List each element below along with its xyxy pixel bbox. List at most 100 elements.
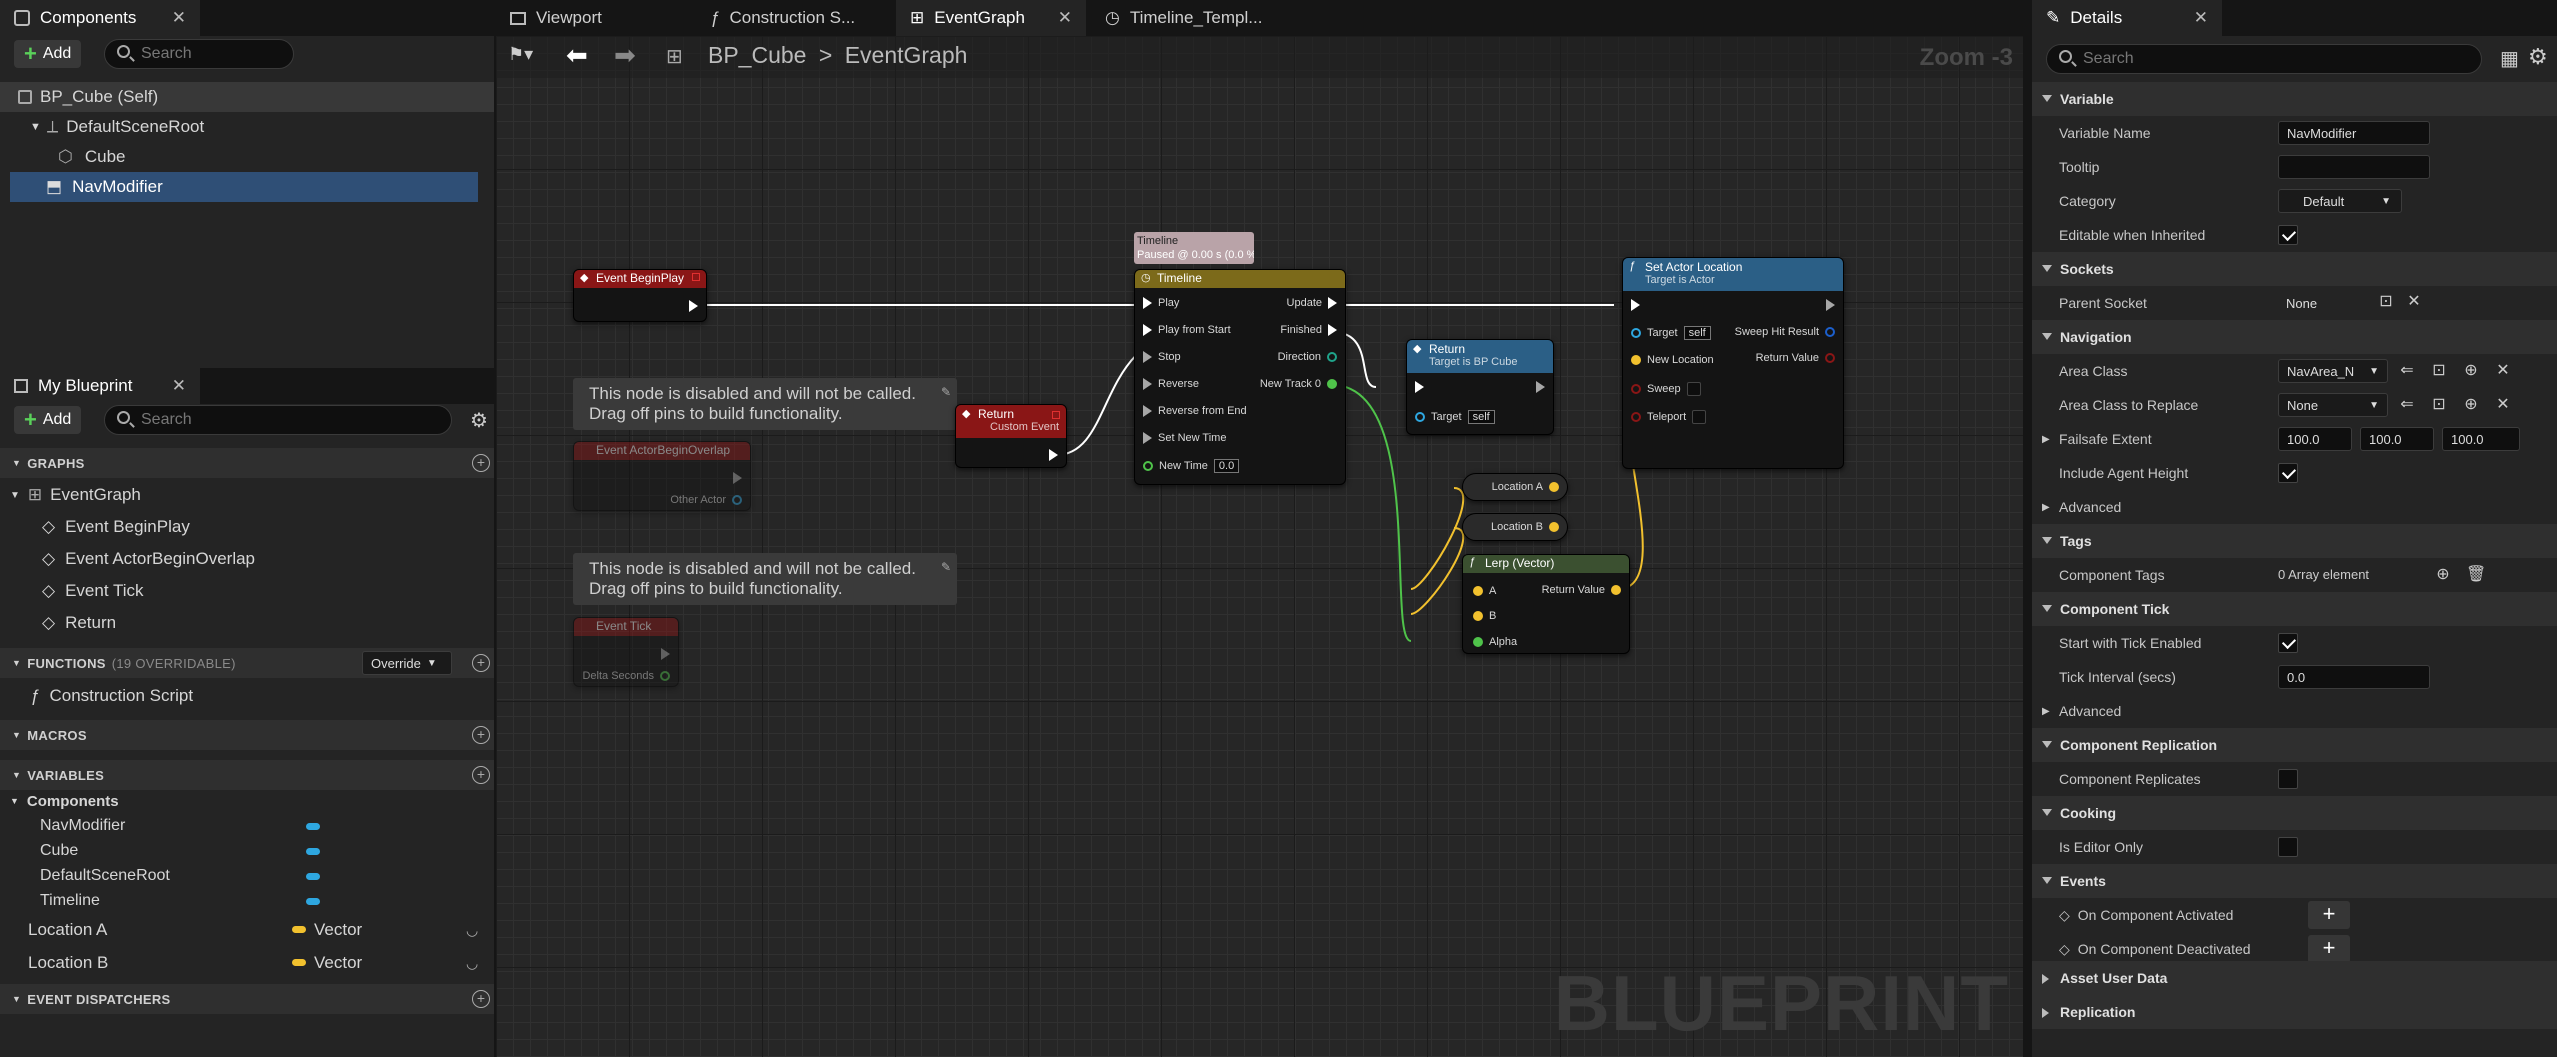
graph-item-overlap[interactable]: ◇ Event ActorBeginOverlap — [0, 544, 494, 574]
add-on-activated-button[interactable]: + — [2308, 901, 2350, 929]
category-dropdown[interactable]: Default ▼ — [2278, 189, 2402, 213]
my-blueprint-tab[interactable]: My Blueprint ✕ — [0, 368, 200, 404]
close-icon[interactable]: ✕ — [1058, 8, 1072, 28]
add-macro-icon[interactable]: + — [472, 726, 490, 744]
graph-item-beginplay[interactable]: ◇ Event BeginPlay — [0, 512, 494, 542]
node-get-location-b[interactable]: Location B — [1462, 513, 1568, 541]
node-event-actorbeginoverlap[interactable]: Event ActorBeginOverlap Other Actor — [573, 441, 751, 511]
category-component-tick[interactable]: Component Tick — [2032, 592, 2557, 626]
add-function-icon[interactable]: + — [472, 654, 490, 672]
target-self-input[interactable]: self — [1467, 410, 1495, 424]
finished-pin[interactable]: Finished — [1280, 324, 1337, 336]
close-icon[interactable]: ✕ — [172, 8, 186, 28]
eye-icon[interactable]: ◡ — [466, 955, 478, 972]
graph-eventgraph[interactable]: ▼ ⊞ EventGraph — [0, 480, 494, 510]
node-lerp-vector[interactable]: Lerp (Vector) ƒ A B Alpha Return Value — [1462, 554, 1630, 654]
failsafe-z-input[interactable]: 100.0 — [2442, 427, 2520, 451]
lerp-a-pin[interactable]: A — [1473, 585, 1496, 597]
variables-header[interactable]: ▼ VARIABLES — [0, 760, 494, 790]
tab-eventgraph[interactable]: ⊞ EventGraph ✕ — [896, 0, 1086, 36]
tree-item-cube[interactable]: ⬡ Cube — [0, 142, 494, 172]
macros-header[interactable]: ▼ MACROS — [0, 720, 494, 750]
delegate-pin[interactable] — [1052, 411, 1060, 419]
tab-viewport[interactable]: Viewport — [496, 0, 696, 36]
collapse-arrow-icon[interactable]: ▼ — [30, 121, 41, 133]
area-class-replace-dropdown[interactable]: None ▼ — [2278, 393, 2388, 417]
include-agent-height-checkbox[interactable] — [2278, 463, 2298, 483]
return-value-pin[interactable]: Return Value — [1756, 352, 1835, 364]
tree-item-navmodifier[interactable]: ⬒ NavModifier — [10, 172, 478, 202]
event-graph-canvas[interactable]: ⚑▾ ⬅ ➡ ⊞ BP_Cube > EventGraph Zoom -3 BL… — [496, 36, 2023, 1057]
set-new-time-pin[interactable]: Set New Time — [1143, 432, 1226, 444]
stop-pin[interactable]: Stop — [1143, 351, 1181, 363]
variable-location-a[interactable]: Location A Vector ◡ — [0, 915, 494, 945]
editor-only-checkbox[interactable] — [2278, 837, 2298, 857]
new-track-pin[interactable]: New Track 0 — [1260, 378, 1337, 390]
components-tab[interactable]: Components ✕ — [0, 0, 200, 36]
new-time-pin[interactable]: New Time 0.0 — [1143, 459, 1240, 473]
add-component-button[interactable]: + Add — [14, 40, 82, 68]
browse-icon[interactable]: ⊡ — [2430, 362, 2448, 380]
use-selected-icon[interactable]: ⇐ — [2398, 396, 2416, 414]
sweep-checkbox[interactable] — [1686, 382, 1701, 396]
bookmark-icon[interactable]: ⚑▾ — [508, 44, 533, 65]
target-pin[interactable]: Target self — [1631, 326, 1711, 340]
view-options-icon[interactable]: ▦ — [2500, 46, 2519, 71]
other-actor-pin[interactable]: Other Actor — [670, 494, 742, 506]
area-class-dropdown[interactable]: NavArea_N ▼ — [2278, 359, 2388, 383]
clear-icon[interactable]: ✕ — [2494, 362, 2512, 380]
back-arrow-icon[interactable]: ⬅ — [566, 40, 588, 71]
component-var-cube[interactable]: Cube — [0, 839, 494, 863]
disabled-comment-1[interactable]: This node is disabled and will not be ca… — [573, 378, 957, 430]
event-dispatchers-header[interactable]: ▼ EVENT DISPATCHERS — [0, 984, 494, 1014]
components-search-input[interactable]: Search — [104, 39, 294, 69]
function-item-construction[interactable]: ƒ Construction Script — [0, 681, 494, 711]
sweep-pin[interactable]: Sweep — [1631, 382, 1701, 396]
exec-out-pin[interactable] — [1536, 381, 1545, 393]
start-tick-checkbox[interactable] — [2278, 633, 2298, 653]
category-variable[interactable]: Variable — [2032, 82, 2557, 116]
close-icon[interactable]: ✕ — [2194, 8, 2208, 28]
play-from-start-pin[interactable]: Play from Start — [1143, 324, 1231, 336]
add-icon[interactable]: ⊕ — [2434, 566, 2452, 584]
my-blueprint-search-input[interactable]: Search — [104, 405, 452, 435]
override-dropdown[interactable]: Override ▼ — [362, 651, 452, 675]
tab-construction-script[interactable]: ƒ Construction S... — [696, 0, 896, 36]
add-graph-icon[interactable]: + — [472, 454, 490, 472]
new-time-input[interactable]: 0.0 — [1213, 459, 1240, 473]
component-var-timeline[interactable]: Timeline — [0, 889, 494, 913]
component-replicates-checkbox[interactable] — [2278, 769, 2298, 789]
clear-icon[interactable]: ✕ — [2405, 293, 2423, 311]
row-navigation-advanced[interactable]: ▶ Advanced — [2032, 490, 2557, 524]
browse-socket-icon[interactable]: ⊡ — [2377, 293, 2395, 311]
components-group[interactable]: ▼ Components — [0, 789, 494, 813]
failsafe-x-input[interactable]: 100.0 — [2278, 427, 2352, 451]
graph-item-tick[interactable]: ◇ Event Tick — [0, 576, 494, 606]
tree-item-defaultsceneroot[interactable]: ▼ ⟂ DefaultSceneRoot — [0, 112, 494, 142]
target-self-input[interactable]: self — [1683, 326, 1711, 340]
gear-icon[interactable]: ⚙ — [2528, 44, 2548, 70]
category-tags[interactable]: Tags — [2032, 524, 2557, 558]
add-icon[interactable]: ⊕ — [2462, 362, 2480, 380]
disabled-comment-2[interactable]: This node is disabled and will not be ca… — [573, 553, 957, 605]
parent-socket-field[interactable]: None — [2278, 291, 2368, 315]
reverse-from-end-pin[interactable]: Reverse from End — [1143, 405, 1247, 417]
tooltip-input[interactable] — [2278, 155, 2430, 179]
component-var-navmodifier[interactable]: NavModifier — [0, 814, 494, 838]
category-navigation[interactable]: Navigation — [2032, 320, 2557, 354]
add-dispatcher-icon[interactable]: + — [472, 990, 490, 1008]
use-selected-icon[interactable]: ⇐ — [2398, 362, 2416, 380]
category-asset-user-data[interactable]: Asset User Data — [2032, 961, 2557, 995]
update-pin[interactable]: Update — [1287, 297, 1337, 309]
add-member-button[interactable]: + Add — [14, 406, 82, 434]
editable-inherited-checkbox[interactable] — [2278, 225, 2298, 245]
new-location-pin[interactable]: New Location — [1631, 354, 1714, 366]
variable-name-input[interactable]: NavModifier — [2278, 121, 2430, 145]
exec-in-pin[interactable] — [1415, 381, 1424, 393]
exec-out-pin[interactable] — [1049, 449, 1058, 461]
category-cooking[interactable]: Cooking — [2032, 796, 2557, 830]
category-replication[interactable]: Replication — [2032, 995, 2557, 1029]
category-component-replication[interactable]: Component Replication — [2032, 728, 2557, 762]
reverse-pin[interactable]: Reverse — [1143, 378, 1199, 390]
exec-out-pin[interactable] — [1826, 299, 1835, 311]
